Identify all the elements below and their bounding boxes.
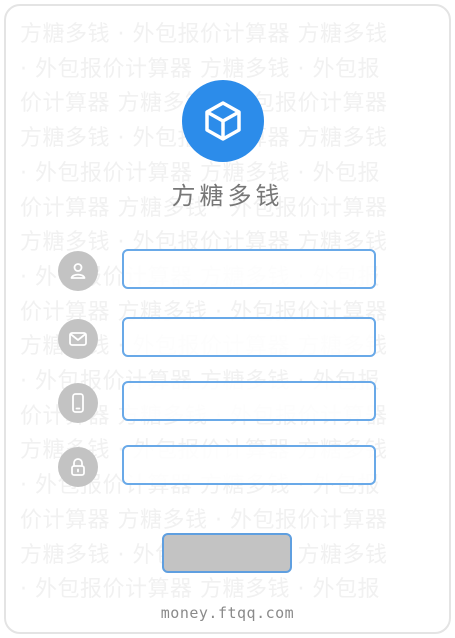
email-row xyxy=(58,317,388,359)
phone-input[interactable] xyxy=(122,381,376,421)
mail-icon xyxy=(58,319,98,359)
username-row xyxy=(58,249,388,291)
password-input[interactable] xyxy=(122,445,376,485)
user-icon xyxy=(58,251,98,291)
brand-name: 方糖多钱 xyxy=(171,182,284,210)
login-card: 方糖多钱 · 外包报价计算器 方糖多钱 · 外包报价计算器 方糖多钱 · 外包报价… xyxy=(4,4,451,634)
cube-icon xyxy=(205,101,241,141)
watermark-line: 方糖多钱 · 外包报价计算器 方糖多钱 xyxy=(20,22,388,47)
brand-logo xyxy=(182,80,264,162)
watermark-line: · 外包报价计算器 方糖多钱 · 外包报 xyxy=(20,577,380,603)
lock-icon xyxy=(58,447,98,487)
password-row xyxy=(58,445,388,487)
footer-url: money.ftqq.com xyxy=(160,604,295,622)
submit-button[interactable] xyxy=(162,533,292,573)
username-input[interactable] xyxy=(122,249,376,289)
phone-icon xyxy=(58,383,98,423)
phone-row xyxy=(58,381,388,423)
email-input[interactable] xyxy=(122,317,376,357)
